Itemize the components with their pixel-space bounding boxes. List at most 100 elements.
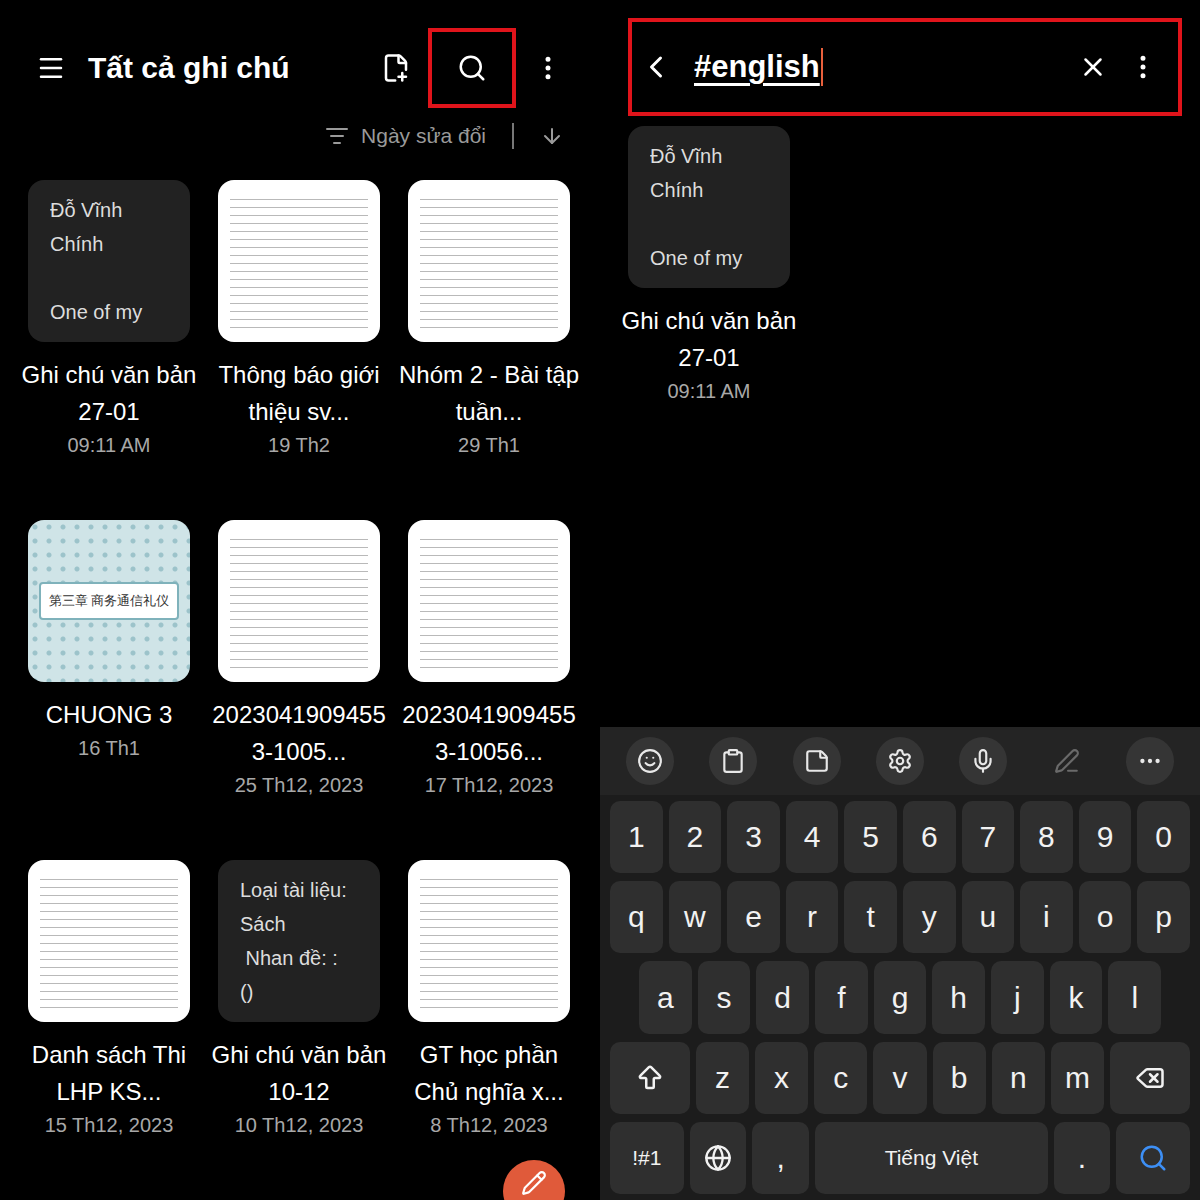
document-page: [40, 874, 178, 1008]
key[interactable]: y: [903, 881, 956, 953]
key[interactable]: h: [932, 961, 985, 1033]
key[interactable]: 4: [786, 801, 839, 873]
more-button[interactable]: [520, 28, 576, 108]
key[interactable]: .: [1054, 1122, 1111, 1194]
note-item[interactable]: Loại tài liệu:Sách Nhan đề: :()Ghi chú v…: [204, 860, 394, 1200]
note-date: 17 Th12, 2023: [425, 770, 554, 801]
shift-icon: [635, 1063, 665, 1093]
emoji-icon: [637, 748, 663, 774]
toolbar-button[interactable]: [1043, 737, 1091, 785]
sort-icon: [325, 124, 349, 148]
key[interactable]: w: [669, 881, 722, 953]
toolbar-button[interactable]: [876, 737, 924, 785]
key[interactable]: p: [1137, 881, 1190, 953]
key[interactable]: f: [815, 961, 868, 1033]
key[interactable]: e: [727, 881, 780, 953]
key-row: qwertyuiop: [610, 881, 1190, 953]
toolbar-button[interactable]: [626, 737, 674, 785]
screen: Tất cả ghi chúNgày sửa đổiĐỗ VĩnhChínhOn…: [0, 0, 1200, 1200]
preview-line: [50, 261, 168, 295]
search-button[interactable]: [428, 28, 516, 108]
key[interactable]: k: [1050, 961, 1103, 1033]
new-note-button[interactable]: [503, 1160, 565, 1200]
key[interactable]: 6: [903, 801, 956, 873]
symbols-key[interactable]: !#1: [610, 1122, 684, 1194]
key[interactable]: n: [992, 1042, 1045, 1114]
toolbar-button[interactable]: [959, 737, 1007, 785]
backspace-key[interactable]: [1110, 1042, 1190, 1114]
key[interactable]: ,: [752, 1122, 809, 1194]
sort-label: Ngày sửa đổi: [361, 124, 486, 148]
key[interactable]: v: [873, 1042, 926, 1114]
space-key[interactable]: Tiếng Việt: [815, 1122, 1047, 1194]
toolbar-button[interactable]: [793, 737, 841, 785]
sort-row[interactable]: Ngày sửa đổi: [0, 108, 600, 164]
document-page: [230, 194, 368, 328]
note-item[interactable]: Đỗ VĩnhChínhOne of myGhi chú văn bản 27-…: [14, 180, 204, 520]
key[interactable]: 2: [669, 801, 722, 873]
document-page: [420, 194, 558, 328]
note-item[interactable]: 20230419094553-1005...25 Th12, 2023: [204, 520, 394, 860]
search-key[interactable]: [1116, 1122, 1190, 1194]
note-item[interactable]: Đỗ VĩnhChínhOne of myGhi chú văn bản 27-…: [614, 126, 804, 466]
language-key[interactable]: [690, 1122, 747, 1194]
preview-line: Nhan đề: :: [240, 941, 358, 975]
keys: 1234567890 qwertyuiop asdfghjkl zxcvbnm !#1,…: [600, 795, 1200, 1200]
note-thumbnail: [408, 180, 570, 342]
note-thumbnail: [218, 520, 380, 682]
toolbar-button[interactable]: [709, 737, 757, 785]
key[interactable]: a: [639, 961, 692, 1033]
key[interactable]: q: [610, 881, 663, 953]
key[interactable]: r: [786, 881, 839, 953]
key[interactable]: g: [874, 961, 927, 1033]
search-query: #english: [694, 49, 820, 85]
key[interactable]: 7: [962, 801, 1015, 873]
note-item[interactable]: 第三章 商务通信礼仪CHUONG 316 Th1: [14, 520, 204, 860]
key[interactable]: x: [755, 1042, 808, 1114]
text-cursor: [821, 48, 823, 86]
note-date: 15 Th12, 2023: [45, 1110, 174, 1141]
toolbar-button[interactable]: [1126, 737, 1174, 785]
key[interactable]: z: [696, 1042, 749, 1114]
arrow-down-icon[interactable]: [540, 124, 564, 148]
key[interactable]: c: [814, 1042, 867, 1114]
note-item[interactable]: Nhóm 2 - Bài tập tuần...29 Th1: [394, 180, 584, 520]
key[interactable]: m: [1051, 1042, 1104, 1114]
key[interactable]: 8: [1020, 801, 1073, 873]
key[interactable]: 0: [1137, 801, 1190, 873]
key[interactable]: u: [962, 881, 1015, 953]
menu-icon[interactable]: [36, 53, 66, 83]
more-icon[interactable]: [1128, 52, 1158, 82]
pdf-button[interactable]: [368, 28, 424, 108]
key[interactable]: s: [698, 961, 751, 1033]
key[interactable]: d: [756, 961, 809, 1033]
note-item[interactable]: 20230419094553-10056...17 Th12, 2023: [394, 520, 584, 860]
key[interactable]: 5: [844, 801, 897, 873]
clear-icon[interactable]: [1078, 52, 1108, 82]
backspace-icon: [1135, 1063, 1165, 1093]
search-icon: [1138, 1143, 1168, 1173]
key[interactable]: b: [933, 1042, 986, 1114]
key[interactable]: 1: [610, 801, 663, 873]
key[interactable]: o: [1079, 881, 1132, 953]
search-field[interactable]: #english: [694, 48, 1058, 86]
key-row: asdfghjkl: [610, 961, 1190, 1033]
shift-key[interactable]: [610, 1042, 690, 1114]
key[interactable]: 3: [727, 801, 780, 873]
preview-line: Đỗ Vĩnh: [50, 193, 168, 227]
back-icon[interactable]: [638, 49, 674, 85]
search-panel: #english Đỗ VĩnhChínhOne of myGhi chú văn…: [600, 0, 1200, 1200]
note-item[interactable]: GT học phần Chủ nghĩa x...8 Th12, 2023: [394, 860, 584, 1200]
key[interactable]: j: [991, 961, 1044, 1033]
note-date: 8 Th12, 2023: [430, 1110, 548, 1141]
key[interactable]: 9: [1079, 801, 1132, 873]
key[interactable]: i: [1020, 881, 1073, 953]
note-date: 09:11 AM: [67, 430, 150, 461]
notes-panel: Tất cả ghi chúNgày sửa đổiĐỗ VĩnhChínhOn…: [0, 0, 600, 1200]
key[interactable]: t: [844, 881, 897, 953]
note-item[interactable]: Thông báo giới thiệu sv...19 Th2: [204, 180, 394, 520]
note-thumbnail: [408, 860, 570, 1022]
key[interactable]: l: [1108, 961, 1161, 1033]
note-thumbnail: Đỗ VĩnhChínhOne of my: [628, 126, 790, 288]
note-item[interactable]: Danh sách Thi LHP KS...15 Th12, 2023: [14, 860, 204, 1200]
